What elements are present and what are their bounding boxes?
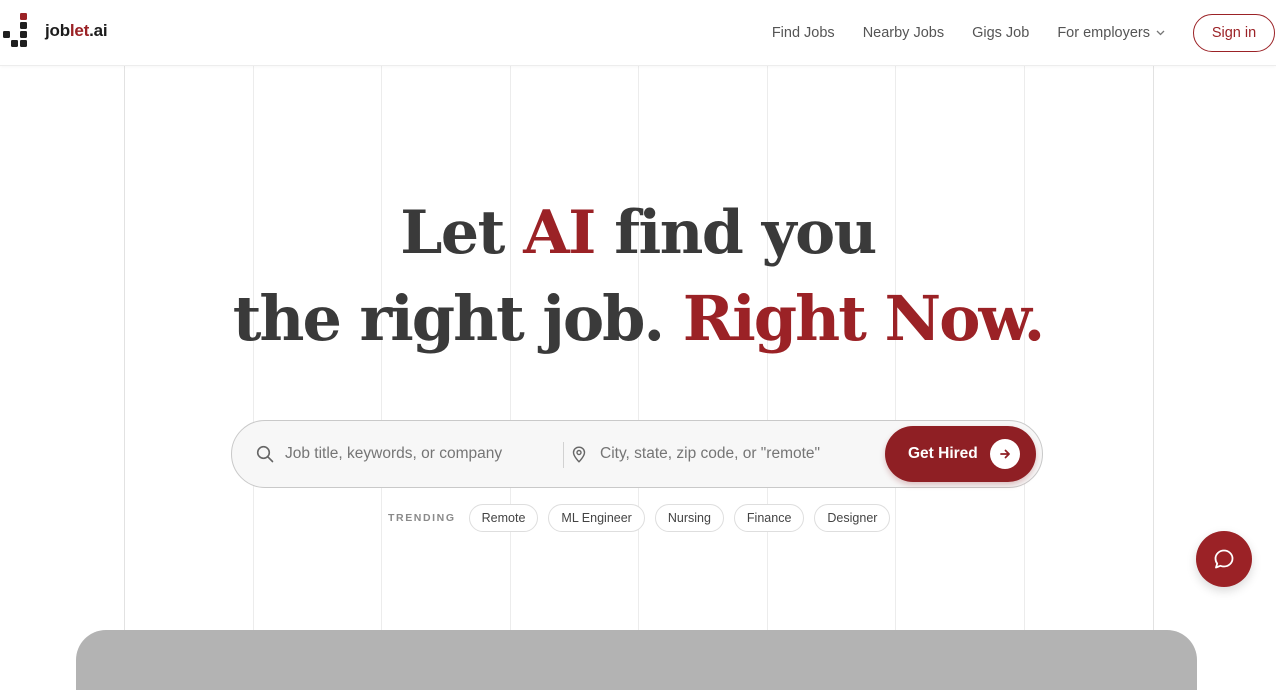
background-grid-lines	[0, 66, 1276, 651]
job-query-input[interactable]	[285, 445, 555, 463]
arrow-right-icon	[990, 439, 1020, 469]
nav-for-employers-label: For employers	[1057, 24, 1150, 41]
location-input[interactable]	[600, 445, 880, 463]
trending-chip-remote[interactable]: Remote	[468, 504, 539, 532]
search-divider	[563, 442, 564, 468]
hero-headline-line-1: Let AI find you	[400, 198, 877, 268]
top-navbar: joblet.ai Find Jobs Nearby Jobs Gigs Job…	[0, 0, 1276, 66]
main-nav: Find Jobs Nearby Jobs Gigs Job For emplo…	[772, 0, 1276, 65]
trending-chip-nursing[interactable]: Nursing	[654, 504, 724, 532]
hero-headline-line-2: the right job. Right Now.	[232, 282, 1045, 355]
sign-in-button[interactable]: Sign in	[1193, 13, 1275, 52]
location-pin-icon	[572, 446, 586, 463]
job-search-bar: Get Hired	[231, 420, 1043, 488]
nav-gigs-job[interactable]: Gigs Job	[972, 25, 1029, 41]
get-hired-label: Get Hired	[908, 445, 978, 462]
nav-nearby-jobs[interactable]: Nearby Jobs	[863, 25, 944, 41]
trending-tags: TRENDING Remote ML Engineer Nursing Fina…	[388, 503, 900, 533]
nav-for-employers[interactable]: For employers	[1057, 25, 1165, 41]
get-hired-button[interactable]: Get Hired	[885, 426, 1036, 482]
chat-bubble-icon	[1214, 549, 1234, 569]
trending-chip-finance[interactable]: Finance	[733, 504, 805, 532]
trending-chip-designer[interactable]: Designer	[814, 504, 891, 532]
logo[interactable]: joblet.ai	[3, 13, 108, 49]
logo-wordmark: joblet.ai	[45, 21, 108, 40]
chat-button[interactable]	[1196, 531, 1252, 587]
nav-find-jobs[interactable]: Find Jobs	[772, 25, 835, 41]
search-icon	[256, 445, 274, 463]
content-panel-preview	[76, 630, 1197, 690]
logo-mark-icon	[3, 13, 27, 47]
trending-chip-ml-engineer[interactable]: ML Engineer	[548, 504, 645, 532]
trending-label: TRENDING	[388, 512, 456, 524]
chevron-down-icon	[1156, 30, 1165, 35]
